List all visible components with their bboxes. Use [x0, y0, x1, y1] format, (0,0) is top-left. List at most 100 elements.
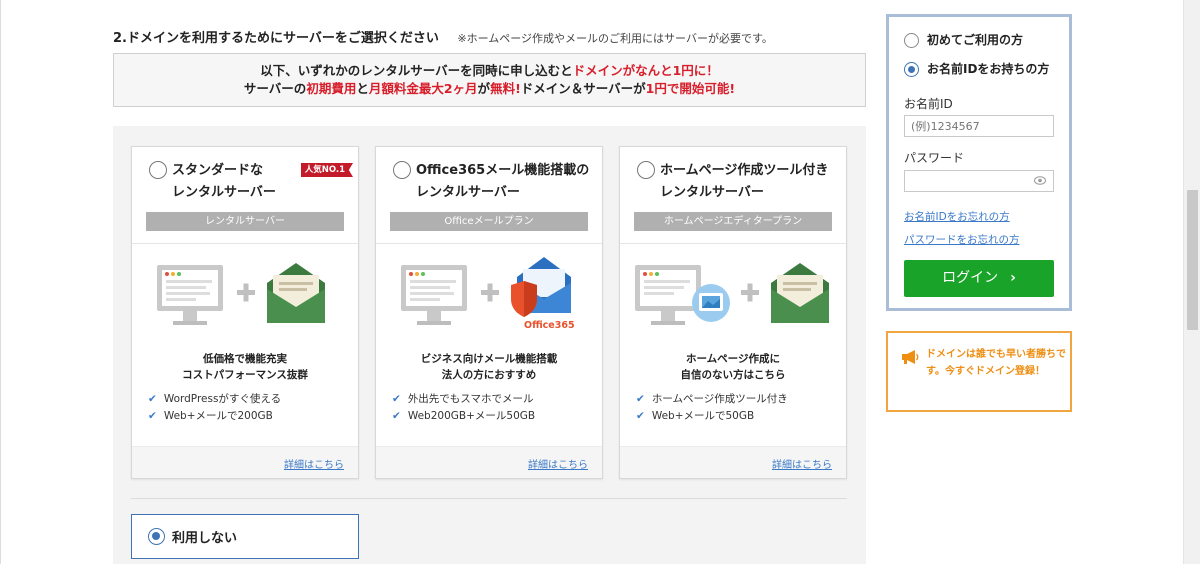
plan-title-line: レンタルサーバー	[172, 185, 276, 200]
check-icon: ✔	[392, 393, 401, 405]
feature-text: WordPressがすぐ使える	[163, 393, 282, 405]
plan-radio-homepage-editor[interactable]	[637, 161, 655, 179]
show-password-eye-icon[interactable]	[1034, 176, 1046, 185]
detail-link[interactable]: 詳細はこちら	[528, 456, 588, 471]
plan-label: Officeメールプラン	[390, 212, 588, 231]
promo-text: サーバーの	[243, 81, 307, 96]
promo-highlight: 無料!	[490, 81, 521, 96]
section-note: ※ホームページ作成やメールのご利用にはサーバーが必要です。	[457, 32, 773, 45]
plan-title-line: スタンダードな	[172, 163, 264, 178]
plan-title: ホームページ作成ツール付き レンタルサーバー	[660, 160, 828, 204]
check-icon: ✔	[392, 410, 401, 422]
login-panel: 初めてご利用の方 お名前IDをお持ちの方 お名前ID パスワード お名前IDをお…	[886, 14, 1072, 311]
monitor-plus-mail-icon	[157, 263, 325, 325]
chevron-right-icon: ›	[1010, 270, 1016, 286]
plan-illustration	[620, 257, 846, 337]
password-label: パスワード	[904, 151, 965, 165]
radio-button-checked[interactable]	[904, 62, 919, 77]
card-footer: 詳細はこちら	[620, 446, 846, 478]
check-icon: ✔	[148, 410, 157, 422]
promo-line-2: サーバーの初期費用と月額料金最大2ヶ月が無料!ドメイン＆サーバーが1円で開始可能…	[114, 80, 865, 98]
plan-desc-line: 法人の方におすすめ	[441, 369, 537, 381]
feature-text: Web200GB+メール50GB	[407, 410, 536, 422]
plan-title-line: レンタルサーバー	[416, 185, 520, 200]
plan-description: ビジネス向けメール機能搭載 法人の方におすすめ	[376, 351, 602, 383]
feature-list: ✔ 外出先でもスマホでメール ✔ Web200GB+メール50GB	[392, 391, 535, 425]
plan-description: 低価格で機能充実 コストパフォーマンス抜群	[132, 351, 358, 383]
id-input[interactable]	[904, 115, 1054, 137]
feature-list: ✔ WordPressがすぐ使える ✔ Web+メールで200GB	[148, 391, 281, 425]
office365-label: Office365	[524, 320, 575, 331]
monitor-editor-plus-mail-icon	[635, 263, 829, 325]
promo-highlight: ドメインがなんと1円に！	[572, 63, 719, 78]
plan-card-office365[interactable]: Office365メール機能搭載の レンタルサーバー Officeメールプラン …	[375, 146, 603, 479]
popular-badge: 人気NO.1	[300, 163, 353, 177]
no-server-option[interactable]: 利用しない	[131, 514, 359, 559]
plan-title-line: レンタルサーバー	[660, 185, 764, 200]
radio-label: お名前IDをお持ちの方	[927, 62, 1050, 76]
card-divider	[620, 243, 846, 244]
check-icon: ✔	[148, 393, 157, 405]
vertical-scrollbar[interactable]	[1183, 0, 1200, 564]
plan-selection-area: スタンダードな レンタルサーバー 人気NO.1 レンタルサーバー 低価格で機能充…	[113, 126, 866, 564]
plan-radio-standard[interactable]	[149, 161, 167, 179]
divider	[131, 498, 847, 499]
promo-text: ドメイン＆サーバーが	[520, 81, 646, 96]
forgot-id-link[interactable]: お名前IDをお忘れの方	[904, 209, 1010, 224]
plan-illustration	[132, 257, 358, 337]
login-button[interactable]: ログイン ›	[904, 260, 1054, 297]
plan-desc-line: 低価格で機能充実	[203, 353, 287, 365]
feature-item: ✔ WordPressがすぐ使える	[148, 391, 281, 408]
promo-highlight: 1円で開始可能!	[645, 81, 736, 96]
plan-desc-line: コストパフォーマンス抜群	[182, 369, 308, 381]
card-divider	[376, 243, 602, 244]
radio-button[interactable]	[904, 33, 919, 48]
promo-line-1: 以下、いずれかのレンタルサーバーを同時に申し込むとドメインがなんと1円に！	[114, 62, 865, 80]
plan-title: Office365メール機能搭載の レンタルサーバー	[416, 160, 589, 204]
radio-label: 初めてご利用の方	[927, 33, 1024, 47]
promo-text: が	[477, 81, 491, 96]
megaphone-icon	[902, 350, 919, 364]
login-button-label: ログイン	[942, 270, 999, 286]
plan-illustration: Office365	[376, 257, 602, 337]
page-left-border	[0, 0, 1, 564]
section-heading: 2.ドメインを利用するためにサーバーをご選択ください ※ホームページ作成やメール…	[113, 27, 773, 46]
forgot-password-link[interactable]: パスワードをお忘れの方	[904, 232, 1020, 247]
plan-description: ホームページ作成に 自信のない方はこちら	[620, 351, 846, 383]
radio-have-id[interactable]: お名前IDをお持ちの方	[904, 60, 1049, 77]
promo-text: と	[356, 81, 369, 96]
feature-item: ✔ ホームページ作成ツール付き	[636, 391, 788, 408]
radio-first-time[interactable]: 初めてご利用の方	[904, 31, 1023, 48]
plan-radio-office365[interactable]	[393, 161, 411, 179]
detail-link[interactable]: 詳細はこちら	[284, 456, 344, 471]
plan-label: ホームページエディタープラン	[634, 212, 832, 231]
plan-title-line: ホームページ作成ツール付き	[660, 163, 829, 178]
notice-text: ドメインは誰でも早い者勝ちです。今すぐドメイン登録！	[926, 349, 1066, 377]
plan-card-standard[interactable]: スタンダードな レンタルサーバー 人気NO.1 レンタルサーバー 低価格で機能充…	[131, 146, 359, 479]
feature-text: ホームページ作成ツール付き	[651, 393, 788, 405]
feature-item: ✔ Web+メールで200GB	[148, 408, 281, 425]
feature-text: 外出先でもスマホでメール	[407, 393, 534, 405]
feature-text: Web+メールで50GB	[651, 410, 755, 422]
card-footer: 詳細はこちら	[132, 446, 358, 478]
feature-list: ✔ ホームページ作成ツール付き ✔ Web+メールで50GB	[636, 391, 788, 425]
check-icon: ✔	[636, 393, 645, 405]
plan-title-line: Office365メール機能搭載の	[416, 163, 590, 178]
scrollbar-thumb[interactable]	[1187, 190, 1198, 330]
promo-highlight: 月額料金最大2ヶ月	[368, 81, 478, 96]
plan-title: スタンダードな レンタルサーバー	[172, 160, 276, 204]
password-input[interactable]	[904, 170, 1054, 192]
id-label: お名前ID	[904, 97, 953, 111]
no-server-label: 利用しない	[172, 531, 238, 546]
plan-desc-line: ホームページ作成に	[686, 353, 780, 365]
promo-highlight: 初期費用	[306, 81, 357, 96]
feature-text: Web+メールで200GB	[163, 410, 273, 422]
plan-card-homepage-editor[interactable]: ホームページ作成ツール付き レンタルサーバー ホームページエディタープラン ホー…	[619, 146, 847, 479]
domain-notice[interactable]: ドメインは誰でも早い者勝ちです。今すぐドメイン登録！	[886, 331, 1072, 412]
no-server-radio[interactable]	[148, 528, 165, 545]
check-icon: ✔	[636, 410, 645, 422]
card-divider	[132, 243, 358, 244]
detail-link[interactable]: 詳細はこちら	[772, 456, 832, 471]
plan-desc-line: 自信のない方はこちら	[680, 369, 786, 381]
feature-item: ✔ Web200GB+メール50GB	[392, 408, 535, 425]
